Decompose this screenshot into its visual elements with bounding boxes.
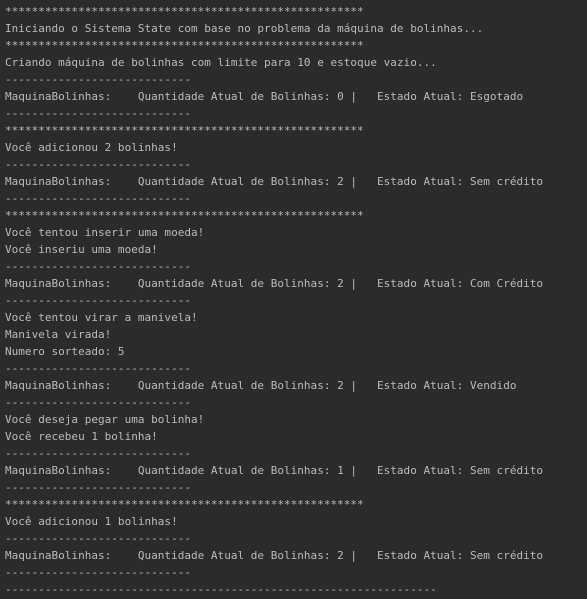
console-line: Você tentou inserir uma moeda! [5,226,205,239]
console-line: ---------------------------- [5,107,191,120]
console-line: ---------------------------- [5,447,191,460]
console-line: MaquinaBolinhas: Quantidade Atual de Bol… [5,379,517,392]
console-line: MaquinaBolinhas: Quantidade Atual de Bol… [5,90,524,103]
console-line: ****************************************… [5,5,364,18]
console-line: ---------------------------- [5,294,191,307]
console-line: ****************************************… [5,39,364,52]
console-line: ---------------------------- [5,158,191,171]
console-line: ****************************************… [5,124,364,137]
console-line: Manivela virada! [5,328,112,341]
console-line: MaquinaBolinhas: Quantidade Atual de Bol… [5,277,544,290]
console-line: Criando máquina de bolinhas com limite p… [5,56,437,69]
console-line: Você deseja pegar uma bolinha! [5,413,205,426]
console-line: ---------------------------- [5,481,191,494]
console-line: ---------------------------- [5,396,191,409]
console-line: MaquinaBolinhas: Quantidade Atual de Bol… [5,175,544,188]
console-line: ---------------------------- [5,192,191,205]
console-line: Iniciando o Sistema State com base no pr… [5,22,484,35]
console-line: ---------------------------- [5,566,191,579]
console-line: Numero sorteado: 5 [5,345,125,358]
console-line: Você inseriu uma moeda! [5,243,158,256]
console-output-panel[interactable]: ****************************************… [0,0,587,599]
console-line: ----------------------------------------… [5,583,437,596]
console-line: ---------------------------- [5,73,191,86]
console-line: MaquinaBolinhas: Quantidade Atual de Bol… [5,549,544,562]
console-line: MaquinaBolinhas: Quantidade Atual de Bol… [5,464,544,477]
console-output-text: ****************************************… [5,3,543,598]
console-line: ---------------------------- [5,362,191,375]
console-line: ---------------------------- [5,532,191,545]
console-line: ****************************************… [5,209,364,222]
console-line: ****************************************… [5,498,364,511]
console-line: Você adicionou 2 bolinhas! [5,141,178,154]
console-line: ---------------------------- [5,260,191,273]
console-line: Você tentou virar a manivela! [5,311,198,324]
console-line: Você adicionou 1 bolinhas! [5,515,178,528]
console-line: Você recebeu 1 bolinha! [5,430,158,443]
